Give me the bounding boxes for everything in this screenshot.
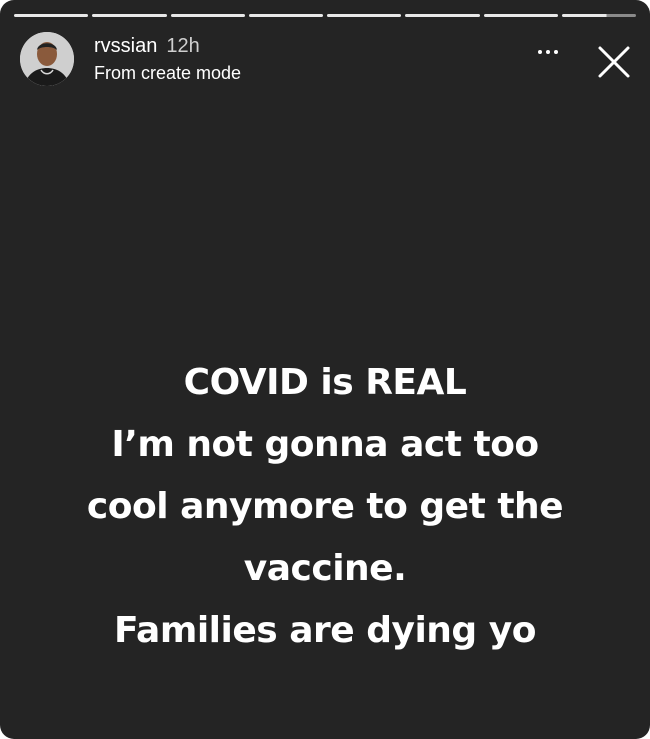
more-horizontal-icon (538, 50, 558, 54)
user-line: rvssian 12h (94, 34, 200, 58)
story-text-line: cool anymore to get the (86, 486, 564, 527)
progress-segment (248, 14, 323, 17)
story-viewer: rvssian 12h From create mode COVID is REA… (0, 0, 650, 739)
story-text-line: COVID is REAL (183, 362, 467, 403)
story-header: rvssian 12h From create mode (20, 32, 634, 86)
story-text-line: Families are dying yo (114, 610, 536, 651)
more-options-button[interactable] (530, 40, 566, 64)
username[interactable]: rvssian (94, 35, 157, 57)
progress-segment (405, 14, 480, 17)
progress-segment (14, 14, 89, 17)
story-text: COVID is REAL I’m not gonna act too cool… (0, 352, 650, 662)
post-time: 12h (166, 35, 200, 57)
story-subtitle: From create mode (94, 63, 242, 83)
progress-segment (483, 14, 558, 17)
story-text-line: I’m not gonna act too (111, 424, 539, 465)
progress-segment (561, 14, 636, 17)
avatar[interactable] (20, 32, 74, 86)
close-button[interactable] (594, 42, 634, 82)
story-text-line: vaccine. (243, 548, 407, 589)
story-progress-bar (14, 14, 636, 17)
close-icon (598, 46, 630, 78)
avatar-image (20, 32, 74, 86)
progress-segment (170, 14, 245, 17)
progress-segment (327, 14, 402, 17)
progress-segment (92, 14, 167, 17)
